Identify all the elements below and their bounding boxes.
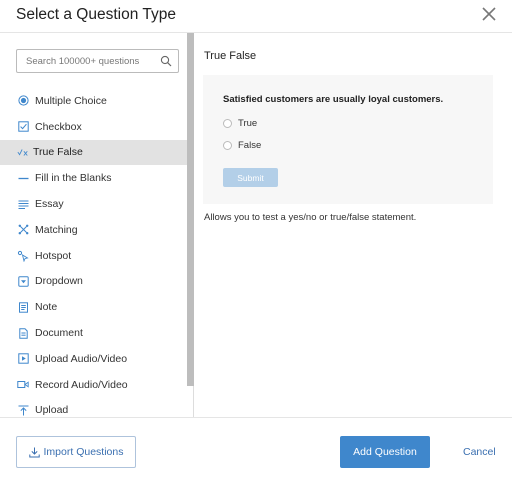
radio-button-icon: [223, 119, 232, 128]
question-type-item[interactable]: Hotspot: [0, 243, 187, 269]
add-question-button[interactable]: Add Question: [340, 436, 430, 468]
question-type-label: Upload: [35, 404, 69, 417]
hotspot-icon: [17, 250, 29, 262]
download-icon: [28, 447, 40, 457]
question-type-item[interactable]: Fill in the Blanks: [0, 165, 187, 191]
question-type-item[interactable]: Multiple Choice: [0, 88, 187, 114]
question-type-item[interactable]: Essay: [0, 191, 187, 217]
preview-panel: True False Satisfied customers are usual…: [194, 33, 512, 417]
essay-icon: [17, 198, 29, 210]
question-type-item[interactable]: Upload Audio/Video: [0, 346, 187, 372]
note-icon: [17, 301, 29, 313]
search-input[interactable]: [17, 50, 157, 72]
question-type-label: Upload Audio/Video: [35, 352, 128, 365]
preview-question-text: Satisfied customers are usually loyal cu…: [223, 94, 444, 105]
preview-option-label: True: [238, 118, 258, 129]
dialog-footer: Import Questions Add Question Cancel: [0, 417, 512, 477]
dialog-title: Select a Question Type: [16, 6, 176, 23]
import-questions-label: Import Questions: [43, 446, 124, 458]
preview-option-label: False: [238, 140, 262, 151]
upload-audio-video-icon: [17, 353, 29, 365]
record-audio-video-icon: [17, 379, 29, 391]
question-type-label: Record Audio/Video: [35, 378, 128, 391]
dialog-header: Select a Question Type: [0, 0, 512, 33]
document-icon: [17, 327, 29, 339]
radio-icon: [17, 95, 29, 107]
question-type-label: Document: [35, 327, 83, 340]
question-type-label: Dropdown: [35, 275, 83, 288]
question-type-item[interactable]: Record Audio/Video: [0, 372, 187, 398]
question-preview: Satisfied customers are usually loyal cu…: [203, 75, 493, 204]
question-type-item[interactable]: Document: [0, 320, 187, 346]
fill-blank-icon: [17, 172, 29, 184]
search-box: [16, 49, 179, 73]
matching-icon: [17, 224, 29, 236]
question-type-item[interactable]: Matching: [0, 217, 187, 243]
upload-icon: [17, 404, 29, 416]
close-icon[interactable]: [480, 5, 498, 23]
preview-option: True: [223, 118, 257, 129]
cancel-link[interactable]: Cancel: [463, 446, 496, 458]
question-type-label: True False: [33, 146, 83, 159]
true-false-icon: [17, 146, 29, 158]
question-type-item[interactable]: Dropdown: [0, 269, 187, 295]
preview-title: True False: [204, 50, 257, 62]
question-type-label: Essay: [35, 198, 64, 211]
import-questions-button[interactable]: Import Questions: [16, 436, 136, 468]
sidebar-scrollbar[interactable]: [187, 33, 194, 386]
question-type-label: Multiple Choice: [35, 94, 107, 107]
question-type-item[interactable]: Checkbox: [0, 114, 187, 140]
question-type-label: Note: [35, 301, 58, 314]
radio-button-icon: [223, 141, 232, 150]
question-type-list: Multiple Choice Checkbox True False Fill…: [0, 88, 187, 417]
search-icon[interactable]: [160, 55, 172, 67]
question-type-label: Fill in the Blanks: [35, 172, 112, 185]
question-type-item-selected[interactable]: True False: [0, 139, 187, 166]
dropdown-icon: [17, 275, 29, 287]
preview-description: Allows you to test a yes/no or true/fals…: [204, 212, 417, 223]
question-type-label: Matching: [35, 223, 78, 236]
preview-option: False: [223, 140, 261, 151]
question-type-label: Checkbox: [35, 120, 82, 133]
question-type-item[interactable]: Upload: [0, 398, 187, 417]
question-type-item[interactable]: Note: [0, 294, 187, 320]
preview-submit-button: Submit: [223, 168, 278, 187]
question-type-sidebar: Multiple Choice Checkbox True False Fill…: [0, 33, 194, 417]
question-type-label: Hotspot: [35, 249, 72, 262]
checkbox-icon: [17, 121, 29, 133]
